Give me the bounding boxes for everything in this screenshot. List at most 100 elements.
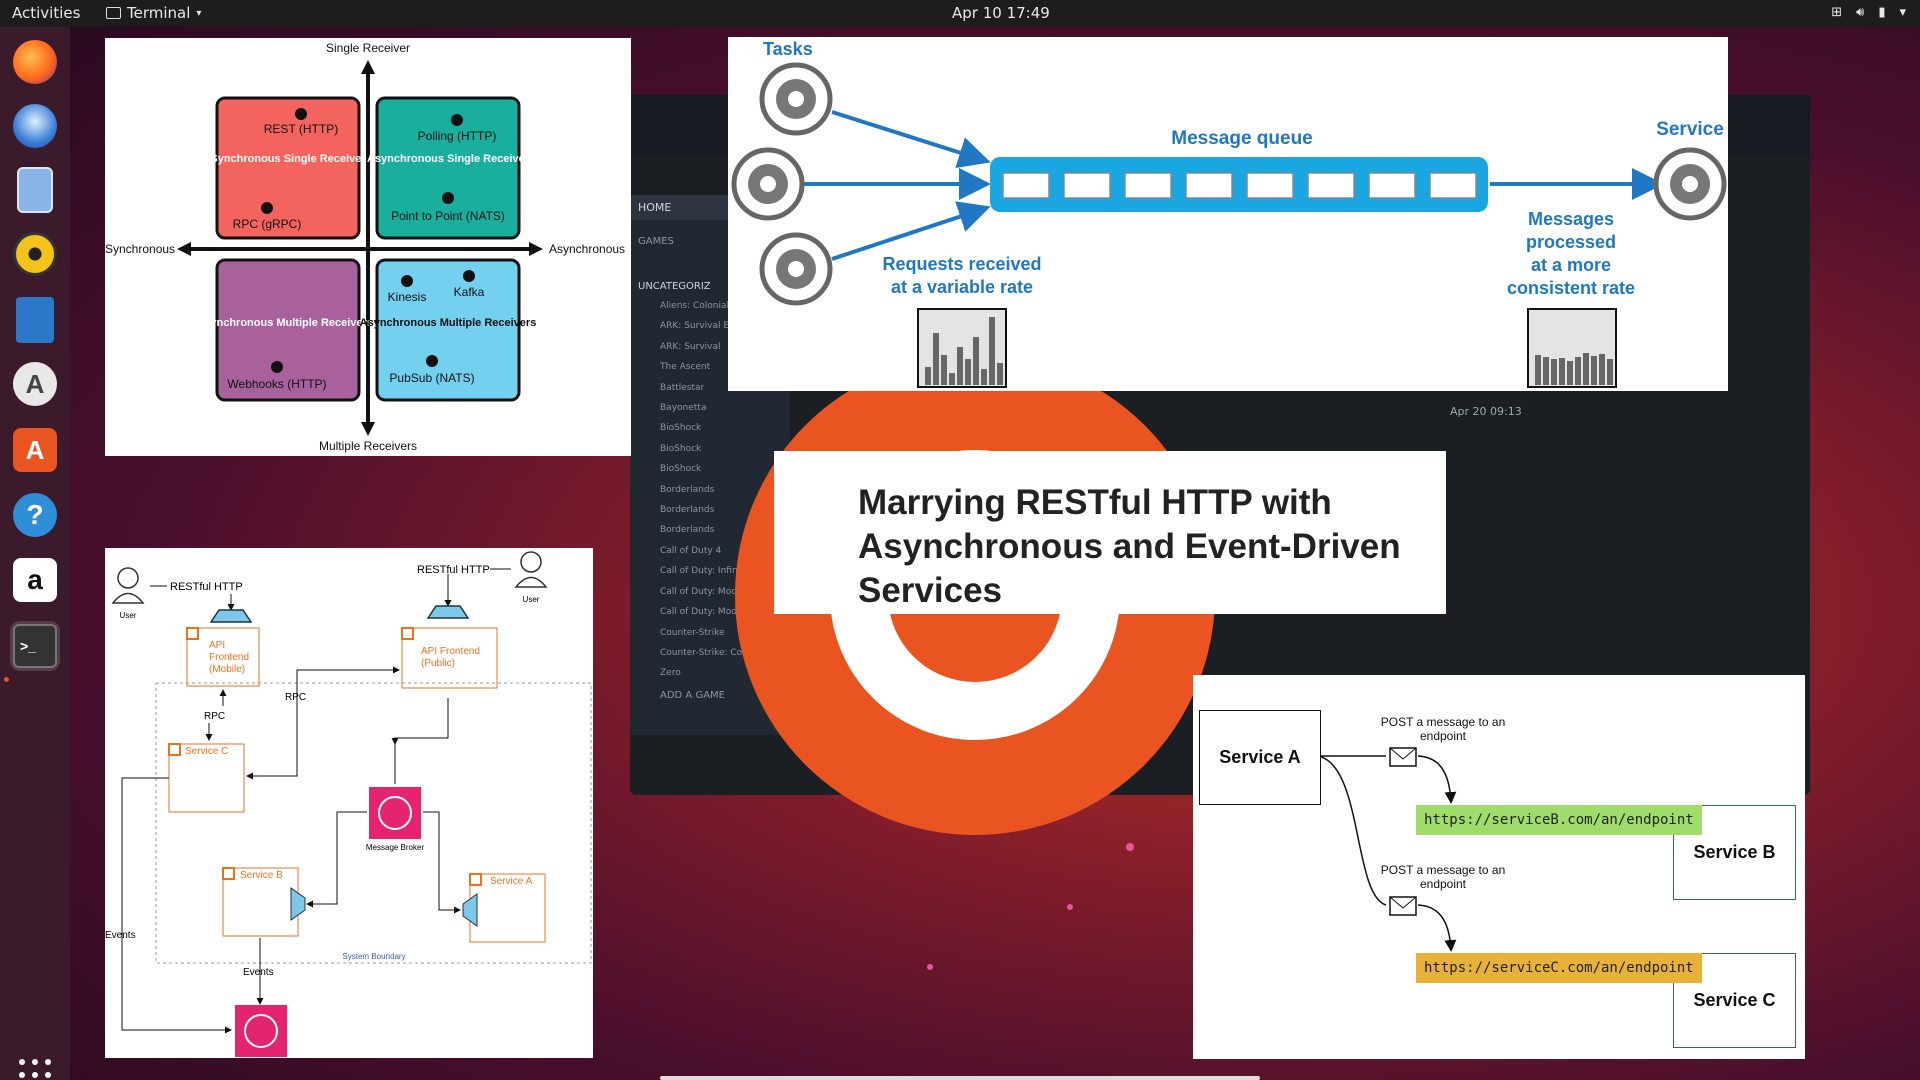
system-tray[interactable]: ⊞ 🔊︎ ▮ ▾ <box>1831 5 1906 20</box>
q2-title: Asynchronous Single Receiver <box>367 153 530 165</box>
user-right-label: User <box>523 595 540 604</box>
api-mobile-label-1: API <box>209 640 225 651</box>
post-note-1-line-1: POST a message to an <box>1380 715 1506 729</box>
dock-amazon[interactable]: a <box>10 555 60 605</box>
webhook-service-a: Service A <box>1199 710 1321 805</box>
top-bar: Activities Terminal ▾ Apr 10 17:49 ⊞ 🔊︎ … <box>0 0 1920 27</box>
help-icon: ? <box>13 493 57 537</box>
software-updater-icon: A <box>13 362 57 406</box>
app-store-icon: A <box>13 428 57 472</box>
boundary-label: System Boundary <box>342 952 405 961</box>
events-left-label: Events <box>105 930 136 941</box>
q1-item-rpc: RPC (gRPC) <box>233 217 302 231</box>
dock-firefox[interactable] <box>10 37 60 87</box>
api-mobile-label-2: Frontend <box>209 652 249 663</box>
caret-down-icon: ▾ <box>196 7 202 19</box>
q4-title: Asynchronous Multiple Receivers <box>360 317 537 329</box>
title-line-3: Services <box>858 571 1003 610</box>
api-gateway-icon-left <box>209 609 253 623</box>
q2-item-polling: Polling (HTTP) <box>418 129 497 143</box>
post-note-1-line-2: endpoint <box>1419 729 1467 743</box>
post-note-2-line-1: POST a message to an <box>1380 863 1506 877</box>
steam-game-item: BioShock <box>660 443 702 454</box>
power-menu-icon: ▾ <box>1899 5 1906 20</box>
message-queue-panel: Tasks Message queue Service Requests rec… <box>728 37 1728 391</box>
clock[interactable]: Apr 10 17:49 <box>952 4 1050 22</box>
axis-left-label: Synchronous <box>105 242 175 256</box>
rpc-label-mid: RPC <box>285 692 306 703</box>
service-a-queue-icon <box>462 893 478 927</box>
q1-title: Synchronous Single Receiver <box>210 153 366 165</box>
api-mobile-label-3: (Mobile) <box>209 664 245 675</box>
terminal-small-icon <box>106 7 121 19</box>
firefox-icon <box>13 40 57 84</box>
service-label: Service <box>1656 119 1724 140</box>
webhooks-panel: Service A Service B Service C POST a mes… <box>1193 675 1805 1059</box>
battery-icon: ▮ <box>1878 5 1886 20</box>
grid-icon <box>19 1059 51 1078</box>
http-left-label: RESTful HTTP <box>170 581 243 593</box>
dock-help[interactable]: ? <box>10 490 60 540</box>
show-apps-button[interactable] <box>17 1057 53 1080</box>
q4-item-kinesis: Kinesis <box>388 290 427 304</box>
dock-app-store[interactable]: A <box>10 425 60 475</box>
service-b-queue-icon <box>290 887 306 921</box>
processed-label-4: consistent rate <box>1507 278 1635 298</box>
api-gateway-icon-right <box>426 605 470 619</box>
q2-item-p2p: Point to Point (NATS) <box>391 209 505 223</box>
service-b-label: Service B <box>240 870 283 881</box>
task-gear-icon-3 <box>762 235 830 303</box>
rhythmbox-icon <box>13 232 57 276</box>
axis-top-label: Single Receiver <box>326 41 410 55</box>
activities-button[interactable]: Activities <box>12 4 80 22</box>
event-bus-icon <box>235 1005 287 1057</box>
message-broker-label: Message Broker <box>366 843 425 852</box>
dock-writer[interactable] <box>10 295 60 345</box>
post-note-2-line-2: endpoint <box>1419 877 1467 891</box>
url-service-b: https://serviceB.com/an/endpoint <box>1416 805 1702 835</box>
app-menu-label: Terminal <box>127 4 191 22</box>
api-public-label-1: API Frontend <box>421 646 480 657</box>
axis-bottom-label: Multiple Receivers <box>319 439 417 453</box>
q4-item-pubsub: PubSub (NATS) <box>389 371 474 385</box>
title-card: Marrying RESTful HTTP with Asynchronous … <box>774 451 1446 614</box>
dock-rhythmbox[interactable] <box>10 229 60 279</box>
dock-files[interactable] <box>10 165 60 215</box>
volume-icon: 🔊︎ <box>1856 5 1865 20</box>
requests-label-2: at a variable rate <box>891 277 1033 297</box>
running-indicator <box>4 677 9 682</box>
app-menu-button[interactable]: Terminal ▾ <box>106 4 201 22</box>
steam-game-item: BioShock <box>660 423 702 434</box>
user-left-label: User <box>120 611 137 620</box>
http-right-label: RESTful HTTP <box>417 564 490 576</box>
queue-label: Message queue <box>1171 128 1313 149</box>
title-line-1: Marrying RESTful HTTP with <box>858 483 1332 522</box>
axis-right-label: Asynchronous <box>549 242 625 256</box>
service-a-label: Service A <box>490 876 533 887</box>
processed-label-2: processed <box>1526 232 1616 252</box>
window-bottom-edge <box>660 1076 1260 1080</box>
files-icon <box>17 167 53 213</box>
service-gear-icon <box>1656 150 1724 218</box>
dock-updater[interactable]: A <box>10 359 60 409</box>
user-left-icon <box>111 567 145 604</box>
architecture-panel: System Boundary User RESTful HTTP User R… <box>105 548 593 1058</box>
communication-quadrant-panel: Single Receiver Multiple Receivers Synch… <box>105 38 631 456</box>
post-note-2: POST a message to an endpoint <box>1373 863 1513 891</box>
tasks-label: Tasks <box>763 39 813 59</box>
dock-terminal[interactable]: >_ <box>10 621 60 671</box>
steam-date: Apr 20 09:13 <box>1450 405 1522 418</box>
steam-game-item: Bayonetta <box>660 403 707 414</box>
task-gear-icon-1 <box>762 65 830 133</box>
thunderbird-icon <box>13 104 57 148</box>
q3-item-webhooks: Webhooks (HTTP) <box>227 377 326 391</box>
dock-thunderbird[interactable] <box>10 101 60 151</box>
api-public-label-2: (Public) <box>421 658 455 669</box>
post-note-1: POST a message to an endpoint <box>1373 715 1513 743</box>
service-c-label: Service C <box>185 746 228 757</box>
terminal-icon: >_ <box>13 624 57 668</box>
requests-label-1: Requests received <box>882 254 1041 274</box>
user-right-icon <box>514 551 548 588</box>
amazon-icon: a <box>13 558 57 602</box>
message-broker-icon <box>369 787 421 839</box>
